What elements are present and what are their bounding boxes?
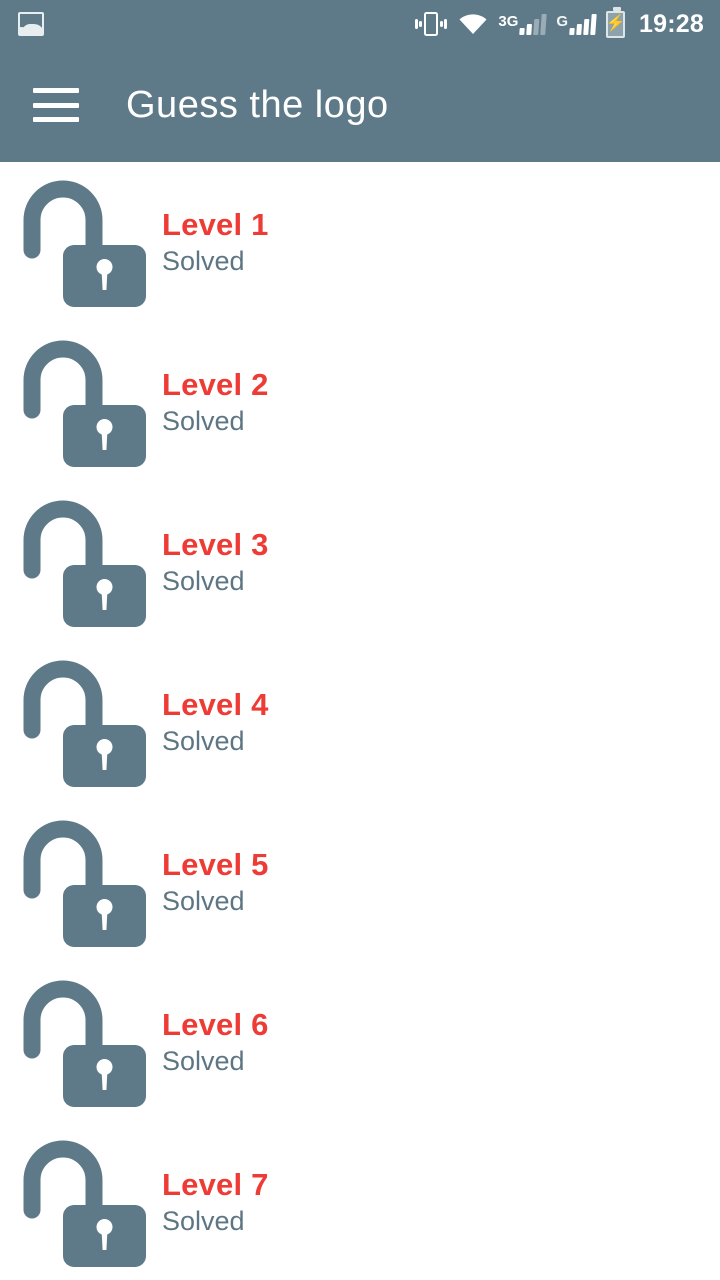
- status-bar-notifications: [0, 12, 44, 36]
- list-item[interactable]: Level 2 Solved: [0, 322, 720, 482]
- network-indicator-3g: 3G: [498, 13, 548, 35]
- wifi-icon: [458, 12, 488, 36]
- signal-bars-g: [569, 13, 597, 35]
- level-title: Level 3: [162, 526, 269, 562]
- list-item[interactable]: Level 4 Solved: [0, 642, 720, 802]
- unlocked-padlock-icon: [6, 652, 156, 792]
- level-title: Level 4: [162, 686, 269, 722]
- vibrate-icon: [414, 10, 448, 38]
- signal-bars-3g: [519, 13, 548, 35]
- list-item-text: Level 6 Solved: [162, 1007, 269, 1078]
- level-status: Solved: [162, 406, 245, 437]
- hamburger-menu-icon[interactable]: [33, 88, 79, 122]
- level-title: Level 2: [162, 366, 269, 402]
- level-status: Solved: [162, 1206, 245, 1237]
- photo-notification-icon: [18, 12, 44, 36]
- app-screen: 3G G ⚡ 19:28 Guess the logo Level 1 Solv…: [0, 0, 720, 1280]
- status-bar-clock: 19:28: [639, 9, 704, 38]
- level-status: Solved: [162, 726, 245, 757]
- unlocked-padlock-icon: [6, 972, 156, 1112]
- level-status: Solved: [162, 886, 245, 917]
- network-label-3g: 3G: [498, 13, 519, 30]
- list-item-text: Level 5 Solved: [162, 847, 269, 918]
- network-indicator-g: G: [556, 13, 597, 35]
- unlocked-padlock-icon: [6, 332, 156, 472]
- list-item[interactable]: Level 3 Solved: [0, 482, 720, 642]
- unlocked-padlock-icon: [6, 172, 156, 312]
- level-title: Level 5: [162, 846, 269, 882]
- level-status: Solved: [162, 246, 245, 277]
- unlocked-padlock-icon: [6, 812, 156, 952]
- app-toolbar: Guess the logo: [0, 48, 720, 171]
- level-list[interactable]: Level 1 Solved Level 2 Solved Level 3 So…: [0, 162, 720, 1280]
- level-title: Level 1: [162, 206, 269, 242]
- battery-charging-icon: ⚡: [606, 6, 626, 38]
- list-item[interactable]: Level 1 Solved: [0, 162, 720, 322]
- list-item-text: Level 1 Solved: [162, 207, 269, 278]
- unlocked-padlock-icon: [6, 1132, 156, 1272]
- list-item[interactable]: Level 7 Solved: [0, 1122, 720, 1280]
- status-bar-indicators: 3G G ⚡ 19:28: [414, 6, 720, 39]
- list-item[interactable]: Level 5 Solved: [0, 802, 720, 962]
- list-item-text: Level 2 Solved: [162, 367, 269, 438]
- unlocked-padlock-icon: [6, 492, 156, 632]
- status-bar: 3G G ⚡ 19:28: [0, 0, 720, 48]
- list-item-text: Level 7 Solved: [162, 1167, 269, 1238]
- network-label-g: G: [556, 13, 569, 30]
- list-item[interactable]: Level 6 Solved: [0, 962, 720, 1122]
- level-status: Solved: [162, 1046, 245, 1077]
- level-title: Level 7: [162, 1166, 269, 1202]
- level-title: Level 6: [162, 1006, 269, 1042]
- list-item-text: Level 4 Solved: [162, 687, 269, 758]
- list-item-text: Level 3 Solved: [162, 527, 269, 598]
- page-title: Guess the logo: [126, 83, 389, 126]
- level-status: Solved: [162, 566, 245, 597]
